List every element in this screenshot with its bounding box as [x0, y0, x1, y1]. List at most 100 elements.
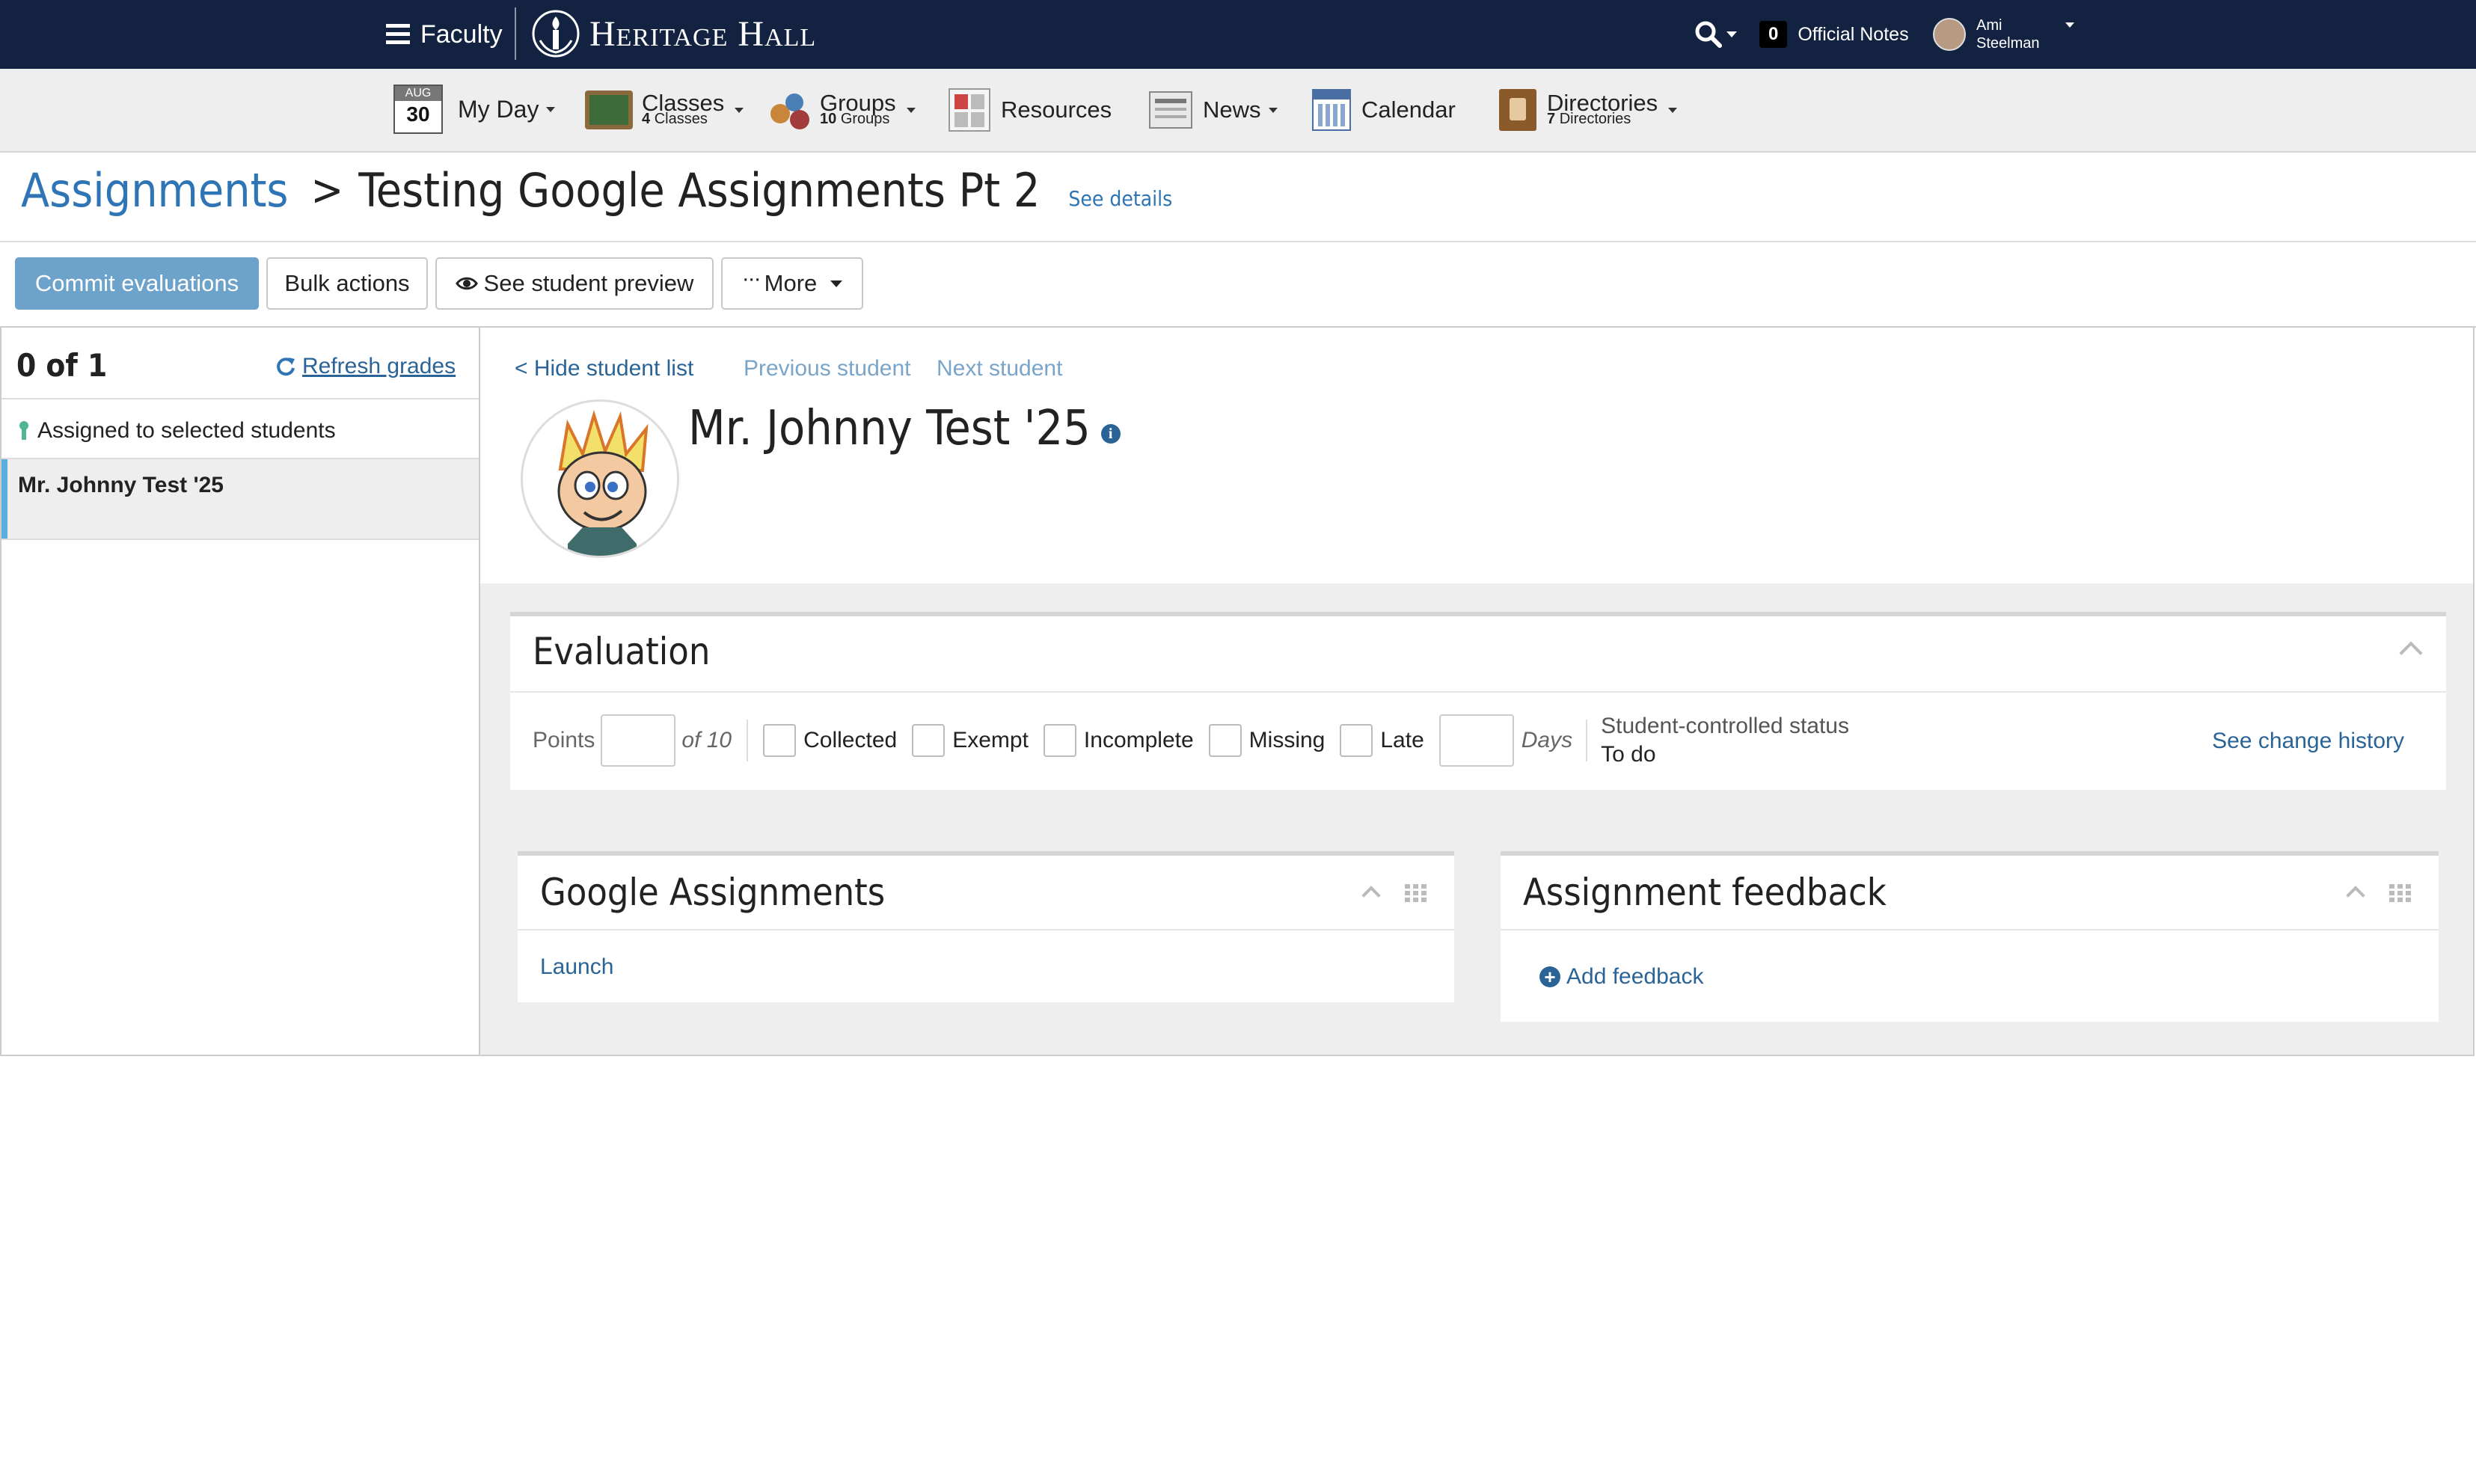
main-navigation: AUG 30 My Day Classes 4 Classes Groups 1…	[0, 69, 2476, 153]
caret-down-icon	[906, 107, 916, 113]
torch-crest-icon	[532, 10, 580, 58]
resources-icon	[949, 88, 990, 132]
student-list-sidebar: 0 of 1 Refresh grades Assigned to select…	[0, 328, 480, 1056]
classes-unit: Classes	[654, 111, 708, 127]
drag-grid-icon[interactable]	[1405, 884, 1427, 902]
evaluation-title: Evaluation	[533, 630, 711, 673]
calendar-icon	[1312, 89, 1351, 131]
breadcrumb: Assignments > Testing Google Assignments…	[21, 157, 1172, 223]
days-label: Days	[1521, 728, 1573, 752]
classes-count: 4	[642, 111, 651, 127]
nav-resources[interactable]: Resources	[949, 87, 1112, 133]
exempt-checkbox[interactable]	[912, 724, 946, 757]
official-notes[interactable]: 0 Official Notes	[1759, 16, 1909, 52]
caret-down-icon	[546, 106, 556, 112]
incomplete-label: Incomplete	[1083, 728, 1194, 752]
directory-book-icon	[1499, 89, 1536, 131]
user-avatar	[1933, 18, 1966, 51]
student-list-name: Mr. Johnny Test '25	[18, 473, 224, 497]
bulk-actions-button[interactable]: Bulk actions	[266, 257, 428, 310]
plus-circle-icon: +	[1539, 966, 1560, 987]
drag-grid-icon[interactable]	[2389, 884, 2412, 902]
search-menu[interactable]	[1695, 16, 1737, 52]
late-label: Late	[1380, 728, 1424, 752]
status-label: Student-controlled status	[1601, 714, 1849, 738]
add-feedback-label: Add feedback	[1566, 964, 1704, 989]
see-details-link[interactable]: See details	[1068, 186, 1172, 211]
see-change-history-link[interactable]: See change history	[2212, 729, 2404, 754]
late-checkbox[interactable]	[1340, 724, 1373, 757]
refresh-label: Refresh grades	[302, 354, 456, 378]
launch-link[interactable]: Launch	[540, 954, 613, 980]
date-day: 30	[406, 102, 430, 126]
refresh-grades-link[interactable]: Refresh grades	[275, 350, 456, 383]
more-button[interactable]: ··· More	[721, 257, 863, 310]
status-value: To do	[1601, 742, 1656, 767]
collapse-chevron-icon[interactable]	[2399, 641, 2423, 665]
student-header: < Hide student list Previous student Nex…	[480, 328, 2473, 583]
google-assignments-title: Google Assignments	[540, 871, 886, 914]
evaluation-panel: Evaluation Points of 10 Collected Exempt…	[510, 612, 2446, 790]
next-student-link[interactable]: Next student	[937, 356, 1062, 381]
collapse-chevron-icon[interactable]	[1361, 886, 1381, 905]
directories-unit: Directories	[1559, 111, 1631, 127]
caret-down-icon	[830, 280, 843, 287]
breadcrumb-assignments-link[interactable]: Assignments	[21, 163, 289, 218]
previous-student-link[interactable]: Previous student	[744, 356, 910, 381]
nav-classes[interactable]: Classes 4 Classes	[585, 87, 744, 133]
points-label: Points	[533, 728, 595, 752]
header-divider	[515, 7, 516, 60]
date-month: AUG	[395, 86, 441, 101]
assigned-group-header: Assigned to selected students	[16, 408, 336, 453]
count-label: 0 of 1	[16, 346, 108, 384]
faculty-label: Faculty	[420, 19, 503, 49]
hamburger-icon	[386, 24, 410, 45]
days-input[interactable]	[1438, 714, 1514, 767]
nav-my-day[interactable]: AUG 30 My Day	[393, 84, 556, 135]
title-divider	[0, 241, 2476, 242]
nav-directories[interactable]: Directories 7 Directories	[1499, 87, 1678, 133]
missing-checkbox[interactable]	[1208, 724, 1242, 757]
commit-evaluations-button[interactable]: Commit evaluations	[15, 257, 259, 310]
info-icon[interactable]: i	[1100, 424, 1121, 444]
groups-count: 10	[820, 111, 837, 127]
points-input[interactable]	[601, 714, 676, 767]
see-student-preview-button[interactable]: See student preview	[435, 257, 714, 310]
page-title: Testing Google Assignments Pt 2	[358, 162, 1041, 218]
collected-checkbox[interactable]	[763, 724, 797, 757]
newspaper-icon	[1149, 91, 1192, 129]
more-label: More	[764, 270, 818, 296]
nav-calendar[interactable]: Calendar	[1312, 87, 1456, 133]
calendar-label: Calendar	[1361, 96, 1456, 123]
preview-label: See student preview	[483, 270, 694, 296]
groups-label: Groups	[820, 90, 896, 116]
user-menu[interactable]: Ami Steelman	[1933, 10, 2074, 58]
notes-label: Official Notes	[1798, 23, 1909, 45]
add-feedback-link[interactable]: + Add feedback	[1539, 960, 1703, 993]
school-name: Heritage Hall	[589, 13, 817, 54]
nav-groups[interactable]: Groups 10 Groups	[767, 87, 916, 133]
resources-label: Resources	[1001, 96, 1112, 123]
user-first-name: Ami	[1976, 17, 2002, 34]
caret-down-icon	[1668, 107, 1678, 113]
news-label: News	[1203, 96, 1261, 123]
incomplete-checkbox[interactable]	[1043, 724, 1076, 757]
collapse-chevron-icon[interactable]	[2346, 886, 2365, 905]
missing-label: Missing	[1248, 728, 1326, 752]
caret-down-icon	[1726, 31, 1737, 37]
caret-down-icon	[735, 107, 744, 113]
notes-count-badge: 0	[1759, 21, 1788, 48]
chalkboard-icon	[585, 91, 633, 129]
hide-student-list-link[interactable]: < Hide student list	[515, 356, 693, 381]
list-item[interactable]: Mr. Johnny Test '25	[1, 459, 479, 539]
top-bar: Faculty Heritage Hall 0 Official Notes A…	[0, 0, 2476, 69]
assignment-feedback-panel: Assignment feedback + Add feedback	[1501, 851, 2439, 1022]
student-name: Mr. Johnny Test '25	[688, 401, 1091, 456]
faculty-menu[interactable]: Faculty	[386, 16, 503, 52]
nav-news[interactable]: News	[1149, 87, 1278, 133]
student-count: 0 of 1	[16, 343, 107, 387]
refresh-icon	[277, 358, 295, 376]
groups-icon	[767, 89, 812, 131]
school-logo[interactable]: Heritage Hall	[530, 6, 816, 61]
group-label: Assigned to selected students	[37, 418, 336, 443]
